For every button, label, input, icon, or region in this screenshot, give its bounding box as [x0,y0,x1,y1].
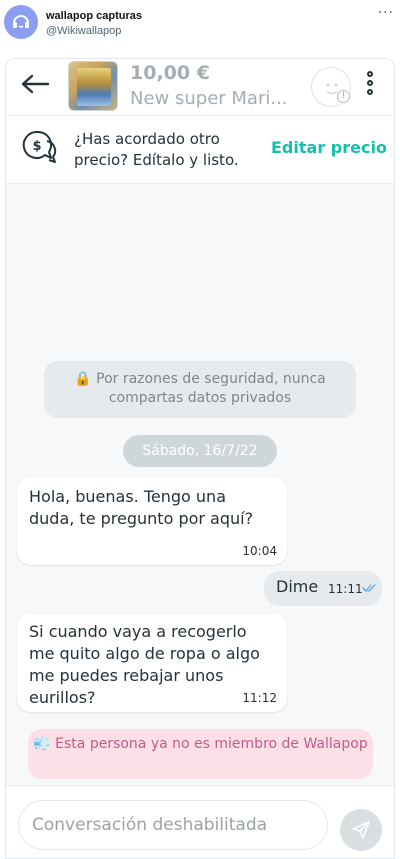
send-button[interactable] [340,809,382,851]
double-check-icon [362,584,376,592]
message-input[interactable] [18,800,328,850]
product-thumbnail[interactable] [68,61,118,111]
message-composer [6,785,394,858]
message-time: 10:04 [242,544,277,558]
kebab-menu-icon[interactable] [363,71,377,101]
incoming-message: Hola, buenas. Tengo una duda, te pregunt… [17,477,287,565]
product-price: 10,00 € [130,62,210,84]
edit-price-link[interactable]: Editar precio [271,138,387,157]
message-time: 11:12 [242,691,277,705]
message-text: Hola, buenas. Tengo una duda, te pregunt… [29,487,254,528]
outgoing-message: Dime 11:11 [264,571,382,606]
message-time: 11:11 [328,582,363,596]
tweet-header: wallapop capturas @Wikiwallapop ··· [0,0,400,58]
user-left-notice: 💨 Esta persona ya no es miembro de Walla… [28,729,373,779]
account-avatar[interactable] [4,5,38,39]
price-chat-icon: $ [22,130,57,163]
edit-price-prompt: ¿Has acordado otro precio? Edítalo y lis… [74,130,239,169]
message-text: Dime [276,577,319,596]
edit-price-banner: $ ¿Has acordado otro precio? Edítalo y l… [6,116,394,184]
seller-warning-badge: ! [337,90,350,103]
back-arrow-icon[interactable] [20,73,50,95]
svg-text:$: $ [32,139,41,154]
chat-top-bar: 10,00 € New super Mari... ! [6,59,394,116]
headset-icon [13,15,29,28]
product-title[interactable]: New super Mari... [130,88,288,109]
message-text: Si cuando vaya a recogerlo me quito algo… [29,622,260,707]
date-chip: Sábado, 16/7/22 [123,435,277,467]
account-name[interactable]: wallapop capturas [46,10,142,22]
incoming-message: Si cuando vaya a recogerlo me quito algo… [17,614,287,712]
account-handle[interactable]: @Wikiwallapop [46,25,121,37]
send-icon [352,821,370,839]
chat-screenshot: 10,00 € New super Mari... ! $ ¿Has acord… [5,58,395,859]
more-options-icon[interactable]: ··· [378,6,394,20]
security-notice: 🔒 Por razones de seguridad, nunca compar… [44,361,356,418]
